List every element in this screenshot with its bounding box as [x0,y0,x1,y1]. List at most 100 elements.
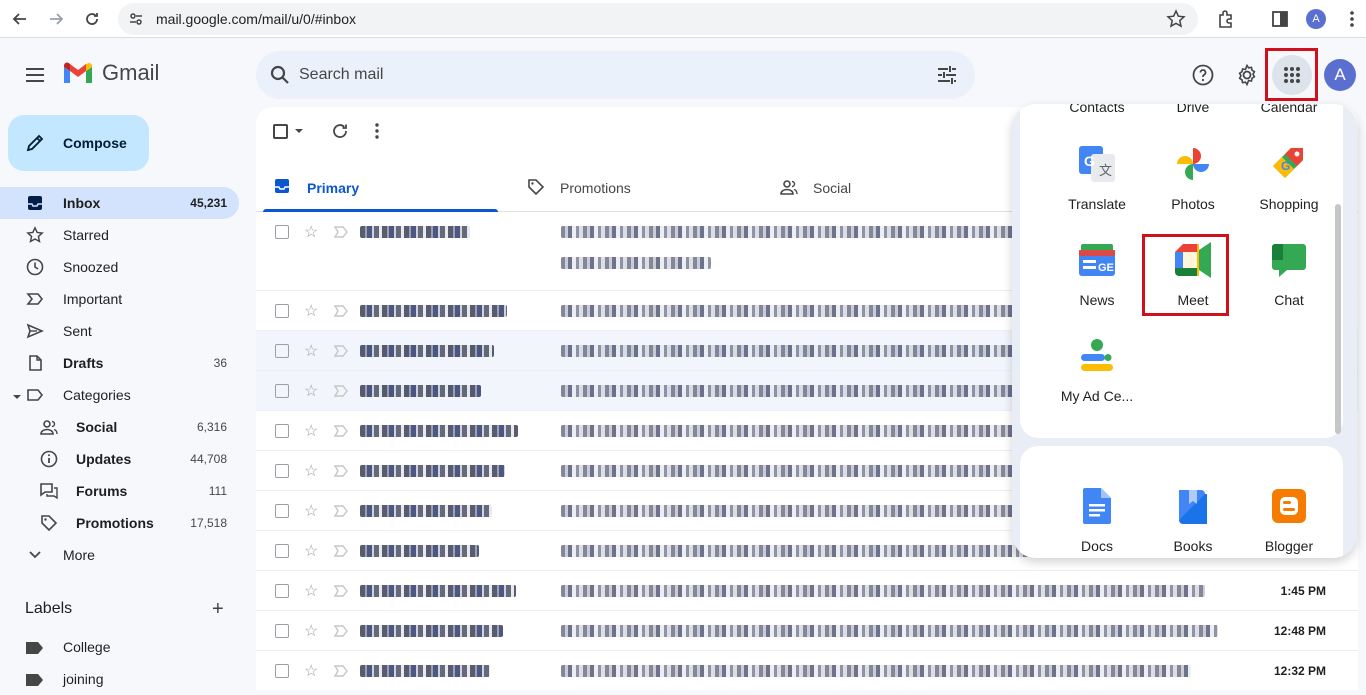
app-translate[interactable]: G文 Translate [1049,134,1145,224]
caret-down-icon[interactable] [12,389,22,407]
more-vert-icon[interactable] [374,121,380,141]
row-checkbox[interactable] [275,225,289,239]
app-docs[interactable]: Docs [1049,476,1145,558]
important-marker-icon[interactable] [333,464,348,483]
forward-icon[interactable] [44,7,68,31]
row-checkbox[interactable] [275,664,289,678]
select-all-checkbox[interactable] [273,121,304,141]
sidebar-label-joining[interactable]: joining [0,663,240,695]
app-news[interactable]: GE News [1049,230,1145,320]
site-info-icon[interactable] [128,11,144,32]
sender-redacted [360,505,492,517]
important-marker-icon[interactable] [333,344,348,363]
email-row[interactable]: ☆ 1:45 PM [256,571,1358,611]
tag-icon [527,178,545,201]
url-text[interactable]: mail.google.com/mail/u/0/#inbox [156,11,356,27]
star-icon[interactable]: ☆ [304,621,318,641]
row-checkbox[interactable] [275,424,289,438]
bookmark-star-icon[interactable] [1166,9,1186,34]
help-icon[interactable] [1190,62,1216,88]
row-checkbox[interactable] [275,624,289,638]
app-contacts[interactable]: Contacts [1049,104,1145,115]
star-icon[interactable]: ☆ [304,461,318,481]
sidebar-item-label: Inbox [63,195,101,211]
important-marker-icon[interactable] [333,304,348,323]
sidebar-item-snoozed[interactable]: Snoozed [0,251,239,283]
important-marker-icon[interactable] [333,584,348,603]
side-panel-icon[interactable] [1268,7,1292,31]
row-checkbox[interactable] [275,384,289,398]
star-icon[interactable]: ☆ [304,501,318,521]
app-calendar[interactable]: Calendar [1241,104,1337,115]
search-options-icon[interactable] [935,63,959,92]
reload-icon[interactable] [80,7,104,31]
caret-down-icon[interactable] [294,126,304,136]
sidebar-item-sent[interactable]: Sent [0,315,239,347]
apps-panel-scrollbar[interactable] [1335,204,1341,434]
sidebar-item-drafts[interactable]: Drafts 36 [0,347,239,379]
row-checkbox[interactable] [275,544,289,558]
sidebar-item-inbox[interactable]: Inbox 45,231 [0,187,239,219]
star-icon[interactable]: ☆ [304,381,318,401]
back-icon[interactable] [8,7,32,31]
app-my-ad-center[interactable]: My Ad Ce... [1049,326,1145,416]
unread-count: 111 [208,484,227,498]
row-checkbox[interactable] [275,304,289,318]
gmail-logo[interactable]: Gmail [62,60,159,86]
important-marker-icon[interactable] [333,384,348,403]
app-shopping[interactable]: G Shopping [1241,134,1337,224]
star-icon[interactable]: ☆ [304,581,318,601]
extensions-icon[interactable] [1214,7,1238,31]
important-marker-icon[interactable] [333,424,348,443]
sender-redacted [360,545,479,557]
address-bar[interactable]: mail.google.com/mail/u/0/#inbox [118,3,1198,35]
row-checkbox[interactable] [275,344,289,358]
star-icon[interactable]: ☆ [304,341,318,361]
search-bar[interactable]: Search mail [256,51,975,99]
email-row[interactable]: ☆ 12:48 PM [256,611,1358,651]
sidebar-item-starred[interactable]: Starred [0,219,239,251]
star-icon[interactable]: ☆ [304,222,318,242]
star-icon[interactable]: ☆ [304,541,318,561]
refresh-icon[interactable] [331,121,349,141]
sidebar-item-updates[interactable]: Updates 44,708 [0,443,239,475]
sidebar-item-forums[interactable]: Forums 111 [0,475,239,507]
row-checkbox[interactable] [275,504,289,518]
tab-promotions[interactable]: Promotions [509,162,749,212]
important-marker-icon[interactable] [333,544,348,563]
app-chat[interactable]: Chat [1241,230,1337,320]
unread-count: 45,231 [190,196,227,210]
add-label-icon[interactable]: + [212,599,224,619]
email-row[interactable]: ☆ 12:32 PM [256,651,1358,690]
important-marker-icon[interactable] [333,664,348,683]
search-icon[interactable] [268,63,292,92]
search-input[interactable]: Search mail [299,66,383,84]
row-checkbox[interactable] [275,464,289,478]
sidebar-item-categories[interactable]: Categories [0,379,239,411]
star-icon[interactable]: ☆ [304,421,318,441]
sidebar-label-college[interactable]: College [0,631,240,663]
browser-menu-icon[interactable] [1340,7,1364,31]
sidebar-item-label: Important [63,291,123,307]
sidebar-item-more[interactable]: More [0,539,239,571]
sidebar-item-important[interactable]: Important [0,283,239,315]
sidebar-item-social[interactable]: Social 6,316 [0,411,239,443]
row-checkbox[interactable] [275,584,289,598]
tab-social[interactable]: Social [762,162,1002,212]
important-marker-icon[interactable] [333,225,348,244]
app-books[interactable]: Books [1145,476,1241,558]
main-menu-icon[interactable] [23,63,47,87]
account-avatar[interactable]: A [1324,59,1356,91]
browser-profile-avatar[interactable]: A [1306,9,1326,29]
important-marker-icon[interactable] [333,624,348,643]
app-photos[interactable]: Photos [1145,134,1241,224]
app-blogger[interactable]: Blogger [1241,476,1337,558]
star-icon[interactable]: ☆ [304,661,318,681]
sidebar-item-promotions[interactable]: Promotions 17,518 [0,507,239,539]
important-marker-icon[interactable] [333,504,348,523]
star-icon[interactable]: ☆ [304,301,318,321]
settings-gear-icon[interactable] [1234,62,1260,88]
app-drive[interactable]: Drive [1145,104,1241,115]
tab-primary[interactable]: Primary [256,162,498,212]
compose-button[interactable]: Compose [8,115,149,171]
